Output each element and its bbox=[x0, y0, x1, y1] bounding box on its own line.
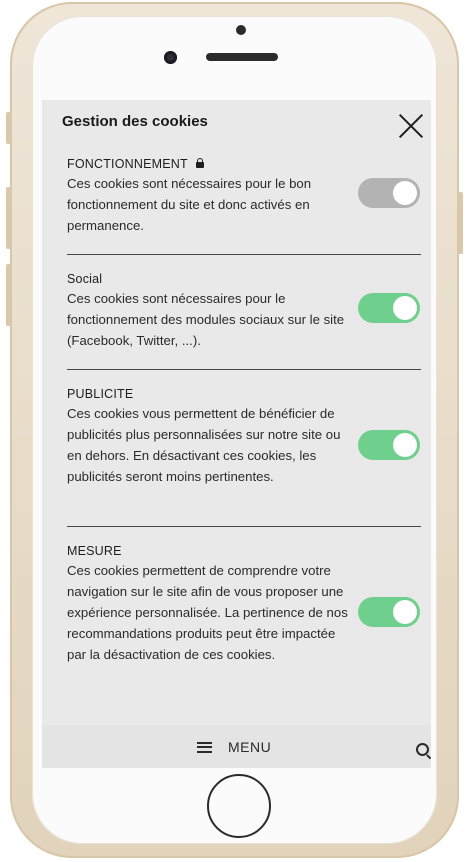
section-title-label: MESURE bbox=[67, 544, 122, 558]
front-camera bbox=[164, 51, 177, 64]
section-description: Ces cookies sont nécessaires pour le bon… bbox=[67, 176, 312, 233]
toggle-knob bbox=[393, 181, 417, 205]
bottom-bar: MENU bbox=[42, 725, 431, 768]
cookie-settings-screen: Gestion des cookies FONCTIONNEMENT Ces c… bbox=[42, 100, 431, 768]
divider bbox=[67, 254, 421, 255]
toggle-fonctionnement[interactable] bbox=[358, 178, 420, 208]
toggle-knob bbox=[393, 296, 417, 320]
divider bbox=[67, 369, 421, 370]
menu-label: MENU bbox=[228, 739, 272, 755]
section-title: FONCTIONNEMENT bbox=[67, 157, 422, 171]
toggle-publicite[interactable] bbox=[358, 430, 420, 460]
section-title-label: Social bbox=[67, 272, 103, 286]
lock-icon bbox=[195, 158, 204, 168]
section-title-label: FONCTIONNEMENT bbox=[67, 157, 188, 171]
power-button bbox=[458, 192, 463, 254]
section-title: PUBLICITE bbox=[67, 387, 422, 401]
divider bbox=[67, 526, 421, 527]
toggle-knob bbox=[393, 433, 417, 457]
menu-button[interactable]: MENU bbox=[197, 739, 271, 755]
section-title: Social bbox=[67, 272, 422, 286]
toggle-knob bbox=[393, 600, 417, 624]
section-title: MESURE bbox=[67, 544, 422, 558]
toggle-mesure[interactable] bbox=[358, 597, 420, 627]
page-title: Gestion des cookies bbox=[62, 113, 208, 130]
mute-switch bbox=[6, 112, 11, 144]
section-description: Ces cookies sont nécessaires pour le fon… bbox=[67, 291, 345, 348]
home-button[interactable] bbox=[207, 774, 271, 838]
earpiece-speaker bbox=[206, 53, 278, 61]
section-description: Ces cookies vous permettent de bénéficie… bbox=[67, 406, 341, 484]
toggle-social[interactable] bbox=[358, 293, 420, 323]
volume-up-button bbox=[6, 187, 11, 249]
hamburger-icon bbox=[197, 741, 212, 753]
volume-down-button bbox=[6, 264, 11, 326]
section-description: Ces cookies permettent de comprendre vot… bbox=[67, 563, 348, 662]
close-icon[interactable] bbox=[396, 111, 426, 141]
sensor-dot bbox=[236, 25, 246, 35]
search-icon[interactable] bbox=[416, 743, 429, 756]
section-title-label: PUBLICITE bbox=[67, 387, 134, 401]
